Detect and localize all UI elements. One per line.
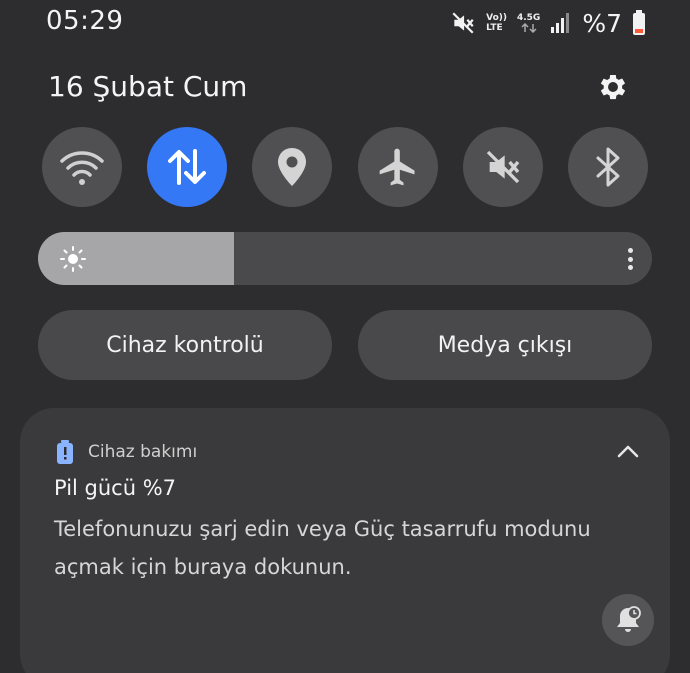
wifi-toggle[interactable] [42, 127, 122, 207]
media-output-button[interactable]: Medya çıkışı [358, 310, 652, 380]
mute-icon [486, 150, 520, 184]
battery-percent: %7 [582, 8, 622, 38]
snooze-button[interactable] [602, 594, 654, 646]
data-arrows-icon [168, 149, 207, 185]
status-time: 05:29 [46, 6, 124, 36]
status-icons: Vo)) LTE 4.5G %7 [450, 8, 646, 38]
location-pin-icon [278, 148, 307, 186]
chevron-up-icon[interactable] [616, 442, 640, 460]
battery-low-icon [632, 10, 646, 36]
bluetooth-icon [596, 147, 620, 187]
more-options-icon[interactable] [622, 246, 638, 272]
volte-icon: Vo)) LTE [486, 13, 507, 33]
notification-title: Pil gücü %7 [54, 476, 177, 500]
notification-app-row: Cihaz bakımı [56, 440, 197, 464]
device-control-button[interactable]: Cihaz kontrolü [38, 310, 332, 380]
quick-toggles [42, 127, 648, 207]
airplane-icon [379, 148, 415, 186]
bluetooth-toggle[interactable] [567, 127, 648, 207]
sun-icon [60, 246, 86, 272]
volte-top-label: Vo)) [486, 13, 507, 23]
notification-card[interactable]: Cihaz bakımı Pil gücü %7 Telefonunuzu şa… [20, 408, 670, 673]
gear-icon[interactable] [594, 68, 632, 106]
signal-icon [550, 12, 572, 34]
mobile-data-toggle[interactable] [147, 127, 228, 207]
notification-panel: 05:29 Vo)) LTE 4.5G %7 16 Şubat Cum Ciha… [0, 0, 690, 673]
network-arrows-icon: 4.5G [517, 13, 540, 33]
date-label: 16 Şubat Cum [48, 70, 248, 103]
location-toggle[interactable] [252, 127, 333, 207]
network-type-label: 4.5G [516, 13, 541, 23]
brightness-slider[interactable] [38, 232, 652, 285]
battery-alert-icon [57, 440, 73, 464]
sound-toggle[interactable] [462, 127, 543, 207]
wifi-icon [60, 151, 104, 185]
volte-bottom-label: LTE [486, 23, 503, 33]
airplane-toggle[interactable] [357, 127, 438, 207]
notification-body: Telefonunuzu şarj edin veya Güç tasarruf… [54, 517, 591, 579]
snooze-bell-icon [617, 606, 641, 632]
mute-icon [450, 10, 476, 36]
status-bar: 05:29 Vo)) LTE 4.5G %7 [0, 0, 690, 48]
notification-app-name: Cihaz bakımı [88, 442, 198, 462]
